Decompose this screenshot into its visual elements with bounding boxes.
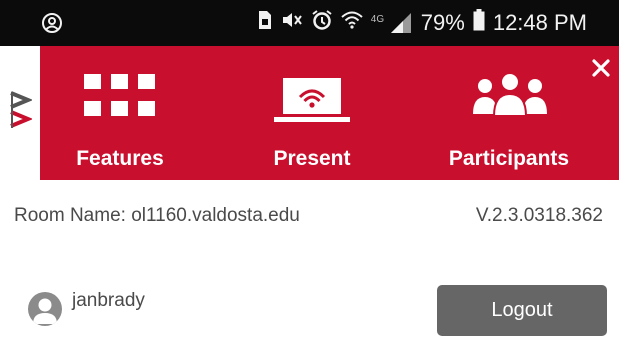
app-logo-strip [0,46,40,180]
sim-card-icon [257,10,273,36]
user-avatar-icon [28,292,62,326]
status-bar: 4G 79% 12:48 PM [0,0,619,46]
main-toolbar: Features Present Participants [40,46,619,180]
network-type-label: 4G [370,14,385,25]
present-label: Present [273,147,351,170]
close-icon [592,59,610,77]
participants-button[interactable]: Participants [444,46,574,180]
features-label: Features [76,147,164,170]
participants-label: Participants [448,147,570,170]
signal-icon: 4G [371,12,413,34]
close-button[interactable] [589,56,613,80]
laptop-wifi-icon [274,78,350,122]
battery-icon [473,9,485,37]
features-button[interactable]: Features [70,46,170,180]
via-logo-icon [10,91,32,128]
alarm-icon [311,9,333,37]
app-version: V.2.3.0318.362 [475,205,603,226]
username: janbrady [72,290,145,311]
room-info-row: Room Name: ol1160.valdosta.edu V.2.3.031… [14,205,603,229]
present-button[interactable]: Present [262,46,362,180]
people-icon [473,72,547,117]
mute-icon [281,10,303,36]
battery-percent: 79% [420,10,465,35]
clock: 12:48 PM [492,10,587,35]
room-name: Room Name: ol1160.valdosta.edu [14,205,300,226]
wifi-icon [341,10,363,36]
logout-button[interactable]: Logout [437,285,607,336]
grid-icon [84,74,155,116]
account-circle-icon [40,11,64,35]
